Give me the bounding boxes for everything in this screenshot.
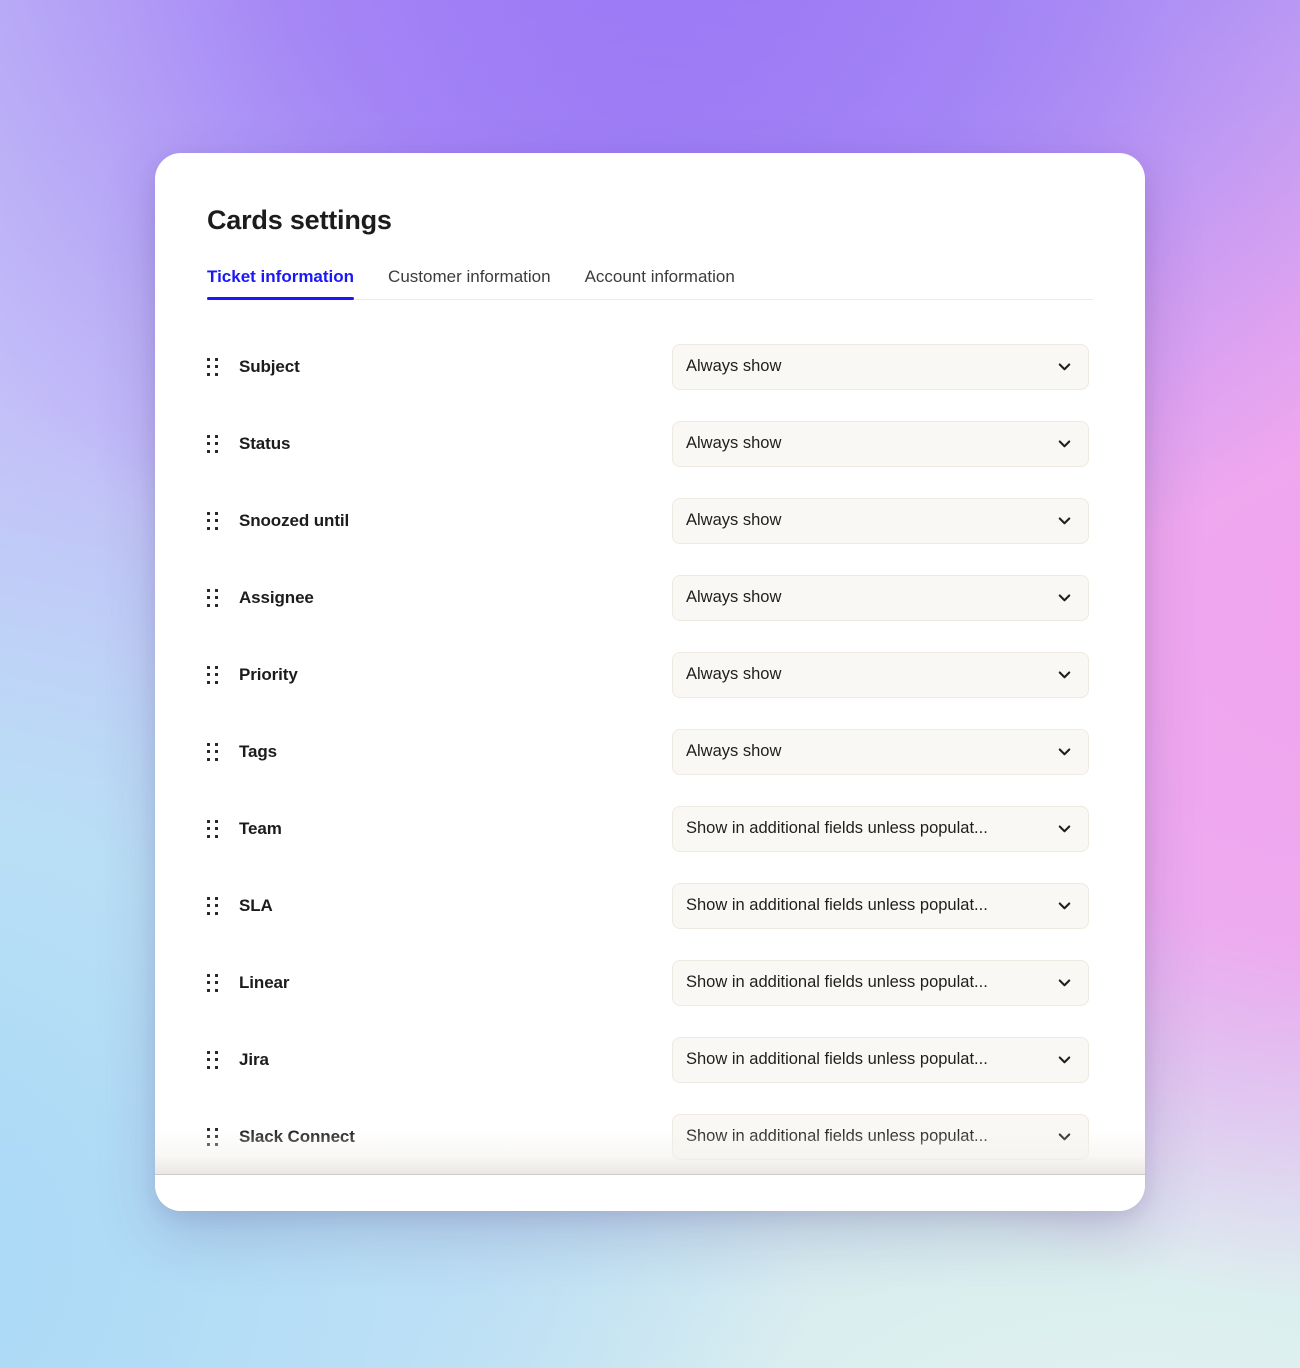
field-row-jira: Jira Show in additional fields unless po… [207, 1021, 1093, 1098]
field-row-left: Status [207, 434, 672, 454]
drag-handle-icon[interactable] [207, 665, 219, 684]
tab-label: Ticket information [207, 267, 355, 286]
field-row-assignee: Assignee Always show [207, 559, 1093, 636]
field-row-left: Tags [207, 742, 672, 762]
drag-handle-icon[interactable] [207, 1127, 219, 1146]
field-label: Tags [239, 741, 278, 761]
field-list-scroll-area[interactable]: Subject Always show Status Always show S… [155, 300, 1145, 1175]
field-row-left: Jira [207, 1050, 672, 1070]
field-row-priority: Priority Always show [207, 636, 1093, 713]
drag-handle-icon[interactable] [207, 742, 219, 761]
tab-bar: Ticket information Customer information … [155, 267, 1145, 300]
drag-handle-icon[interactable] [207, 1050, 219, 1069]
visibility-select-team[interactable]: Show in additional fields unless populat… [672, 805, 1089, 852]
chevron-down-icon [1058, 671, 1071, 679]
field-label: Assignee [239, 587, 314, 607]
tab-account-information[interactable]: Account information [585, 267, 735, 300]
select-value: Always show [686, 665, 782, 683]
visibility-select-jira[interactable]: Show in additional fields unless populat… [672, 1036, 1089, 1083]
chevron-down-icon [1058, 517, 1071, 525]
field-label: Priority [239, 664, 298, 684]
chevron-down-icon [1058, 979, 1071, 987]
select-value: Always show [686, 357, 782, 375]
visibility-select-priority[interactable]: Always show [672, 651, 1089, 698]
field-row-sla: SLA Show in additional fields unless pop… [207, 867, 1093, 944]
visibility-select-subject[interactable]: Always show [672, 343, 1089, 390]
visibility-select-status[interactable]: Always show [672, 420, 1089, 467]
panel-content: Cards settings Ticket information Custom… [155, 153, 1145, 1211]
field-label: Linear [239, 972, 290, 992]
drag-handle-icon[interactable] [207, 357, 219, 376]
tab-customer-information[interactable]: Customer information [388, 267, 551, 300]
drag-handle-icon[interactable] [207, 511, 219, 530]
field-row-tags: Tags Always show [207, 713, 1093, 790]
field-label: Slack Connect [239, 1126, 355, 1146]
field-row-left: Snoozed until [207, 511, 672, 531]
field-row-status: Status Always show [207, 405, 1093, 482]
visibility-select-linear[interactable]: Show in additional fields unless populat… [672, 959, 1089, 1006]
cards-settings-panel: Cards settings Ticket information Custom… [155, 153, 1145, 1211]
chevron-down-icon [1058, 363, 1071, 371]
field-row-left: Team [207, 819, 672, 839]
visibility-select-sla[interactable]: Show in additional fields unless populat… [672, 882, 1089, 929]
drag-handle-icon[interactable] [207, 588, 219, 607]
select-value: Show in additional fields unless populat… [686, 896, 988, 914]
field-row-left: Subject [207, 357, 672, 377]
panel-footer [155, 1175, 1145, 1211]
tab-label: Customer information [388, 267, 551, 286]
field-list: Subject Always show Status Always show S… [155, 300, 1145, 1175]
visibility-select-assignee[interactable]: Always show [672, 574, 1089, 621]
chevron-down-icon [1058, 748, 1071, 756]
drag-handle-icon[interactable] [207, 819, 219, 838]
chevron-down-icon [1058, 825, 1071, 833]
chevron-down-icon [1058, 1056, 1071, 1064]
drag-handle-icon[interactable] [207, 896, 219, 915]
select-value: Always show [686, 742, 782, 760]
visibility-select-snoozed-until[interactable]: Always show [672, 497, 1089, 544]
tab-ticket-information[interactable]: Ticket information [207, 267, 355, 300]
field-row-team: Team Show in additional fields unless po… [207, 790, 1093, 867]
select-value: Show in additional fields unless populat… [686, 819, 988, 837]
chevron-down-icon [1058, 440, 1071, 448]
field-label: Subject [239, 356, 300, 376]
select-value: Show in additional fields unless populat… [686, 1127, 988, 1145]
visibility-select-slack-connect[interactable]: Show in additional fields unless populat… [672, 1113, 1089, 1160]
field-label: SLA [239, 895, 273, 915]
select-value: Always show [686, 511, 782, 529]
field-row-left: Slack Connect [207, 1127, 672, 1147]
field-row-left: Linear [207, 973, 672, 993]
drag-handle-icon[interactable] [207, 434, 219, 453]
field-row-linear: Linear Show in additional fields unless … [207, 944, 1093, 1021]
tab-label: Account information [584, 267, 735, 286]
select-value: Always show [686, 434, 782, 452]
chevron-down-icon [1058, 594, 1071, 602]
field-row-slack-connect: Slack Connect Show in additional fields … [207, 1098, 1093, 1175]
field-row-subject: Subject Always show [207, 328, 1093, 405]
field-label: Snoozed until [239, 510, 350, 530]
drag-handle-icon[interactable] [207, 973, 219, 992]
select-value: Show in additional fields unless populat… [686, 1050, 988, 1068]
field-row-snoozed-until: Snoozed until Always show [207, 482, 1093, 559]
select-value: Show in additional fields unless populat… [686, 973, 988, 991]
field-label: Jira [239, 1049, 269, 1069]
page-title: Cards settings [207, 205, 392, 235]
field-row-left: Assignee [207, 588, 672, 608]
chevron-down-icon [1058, 1133, 1071, 1141]
field-row-left: Priority [207, 665, 672, 685]
field-row-left: SLA [207, 896, 672, 916]
field-label: Status [239, 433, 291, 453]
visibility-select-tags[interactable]: Always show [672, 728, 1089, 775]
chevron-down-icon [1058, 902, 1071, 910]
select-value: Always show [686, 588, 782, 606]
field-label: Team [239, 818, 282, 838]
